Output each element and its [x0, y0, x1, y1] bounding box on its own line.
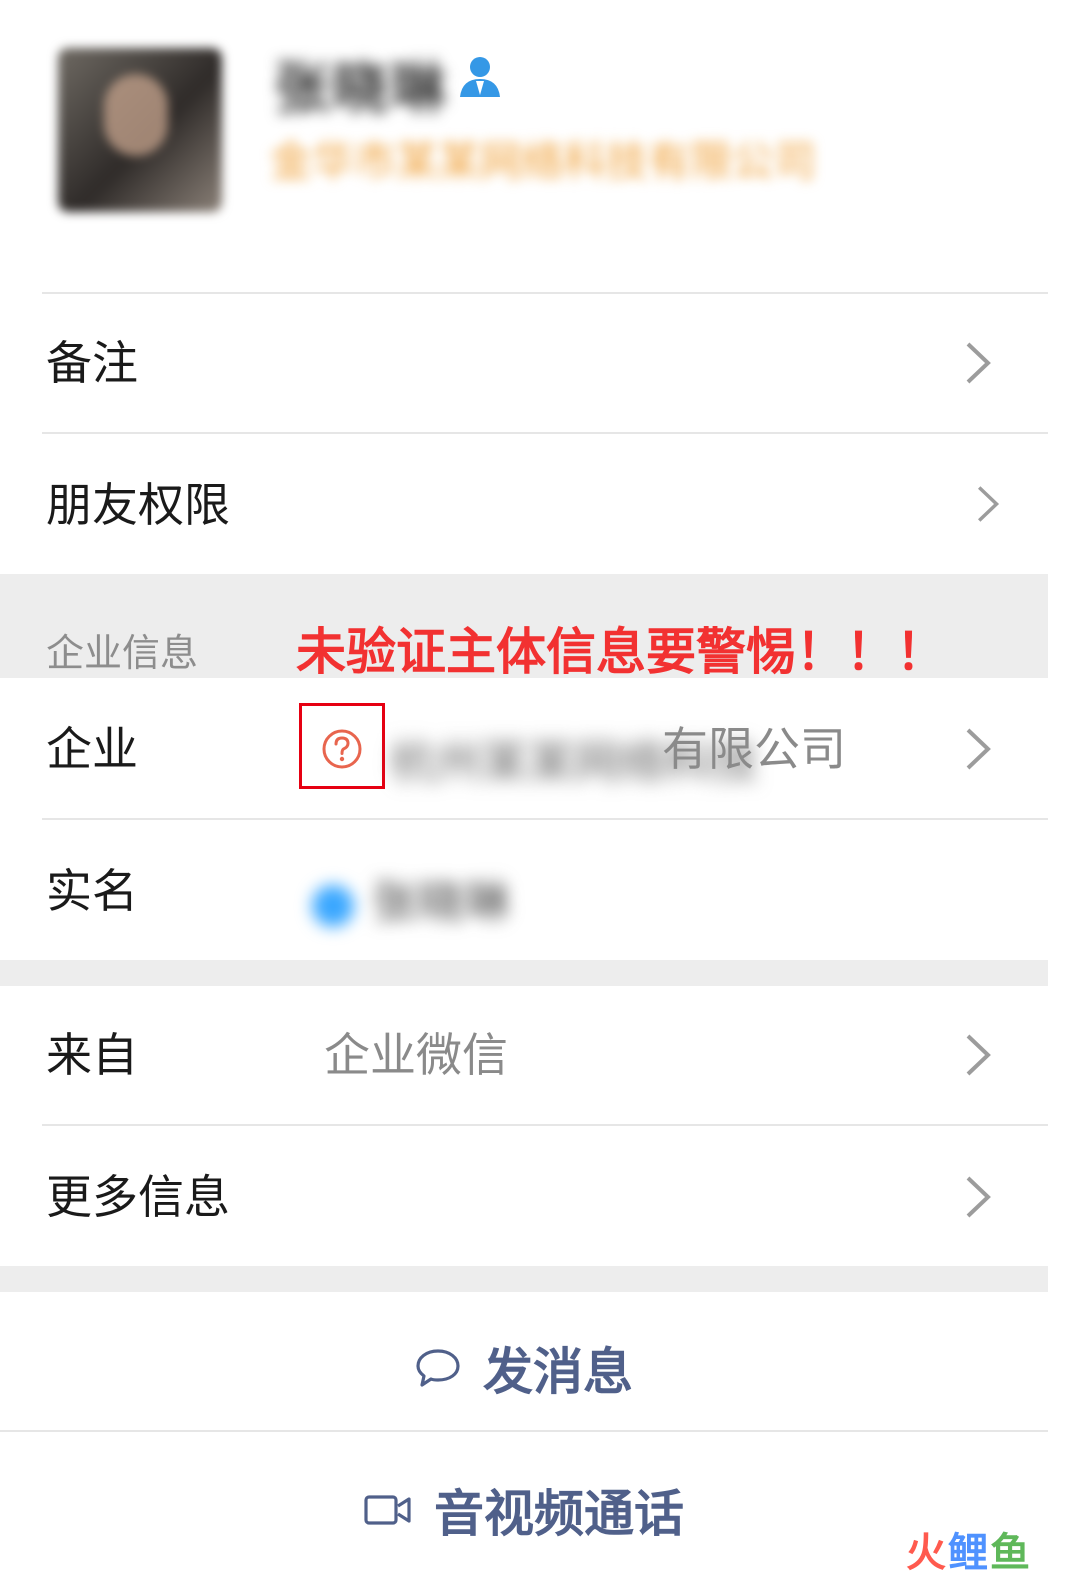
av-call-button[interactable]: 音视频通话	[0, 1474, 1048, 1546]
from-value: 企业微信	[324, 1028, 508, 1082]
warning-annotation: 未验证主体信息要警惕！！！	[296, 623, 946, 681]
profile-name: 张晓琳	[274, 57, 448, 122]
contact-profile-screen: 张晓琳 金华市某某网络科技有限公司 备注 朋友权限 企业信息 未验证主体信息要警…	[0, 0, 1048, 1577]
row-from[interactable]: 来自 企业微信	[0, 986, 1048, 1124]
watermark-logo: 火鲤鱼	[906, 1530, 1032, 1576]
divider	[0, 1430, 1048, 1432]
from-label: 来自	[46, 1028, 138, 1082]
enterprise-label: 企业	[46, 722, 138, 776]
video-camera-icon	[364, 1495, 411, 1525]
friend-permission-label: 朋友权限	[46, 478, 230, 532]
remark-label: 备注	[46, 336, 138, 390]
send-message-label: 发消息	[483, 1343, 633, 1401]
row-more-info[interactable]: 更多信息	[0, 1126, 1048, 1266]
av-call-label: 音视频通话	[434, 1485, 684, 1543]
row-real-name: 实名	[0, 820, 1048, 960]
chevron-right-icon	[978, 486, 1000, 522]
verified-badge-icon	[312, 884, 354, 927]
chevron-right-icon	[966, 342, 991, 384]
enterprise-contact-icon	[460, 57, 500, 97]
row-friend-permission[interactable]: 朋友权限	[0, 434, 1048, 574]
chevron-right-icon	[966, 1034, 991, 1076]
chat-bubble-icon	[416, 1349, 460, 1387]
profile-company: 金华市某某网络科技有限公司	[270, 137, 817, 186]
real-name-text: 张晓琳	[372, 875, 510, 929]
enterprise-name-suffix: 有限公司	[662, 722, 846, 776]
chevron-right-icon	[966, 728, 991, 770]
avatar[interactable]	[58, 48, 222, 212]
row-remark[interactable]: 备注	[0, 294, 1048, 432]
section-gap	[0, 960, 1048, 986]
chevron-right-icon	[966, 1176, 991, 1218]
real-name-label: 实名	[46, 864, 138, 918]
send-message-button[interactable]: 发消息	[0, 1332, 1048, 1404]
more-info-label: 更多信息	[46, 1170, 230, 1224]
unverified-question-icon[interactable]	[321, 728, 363, 770]
section-title: 企业信息	[46, 631, 199, 675]
real-name-value: 张晓琳	[312, 866, 510, 932]
section-gap	[0, 1266, 1048, 1292]
